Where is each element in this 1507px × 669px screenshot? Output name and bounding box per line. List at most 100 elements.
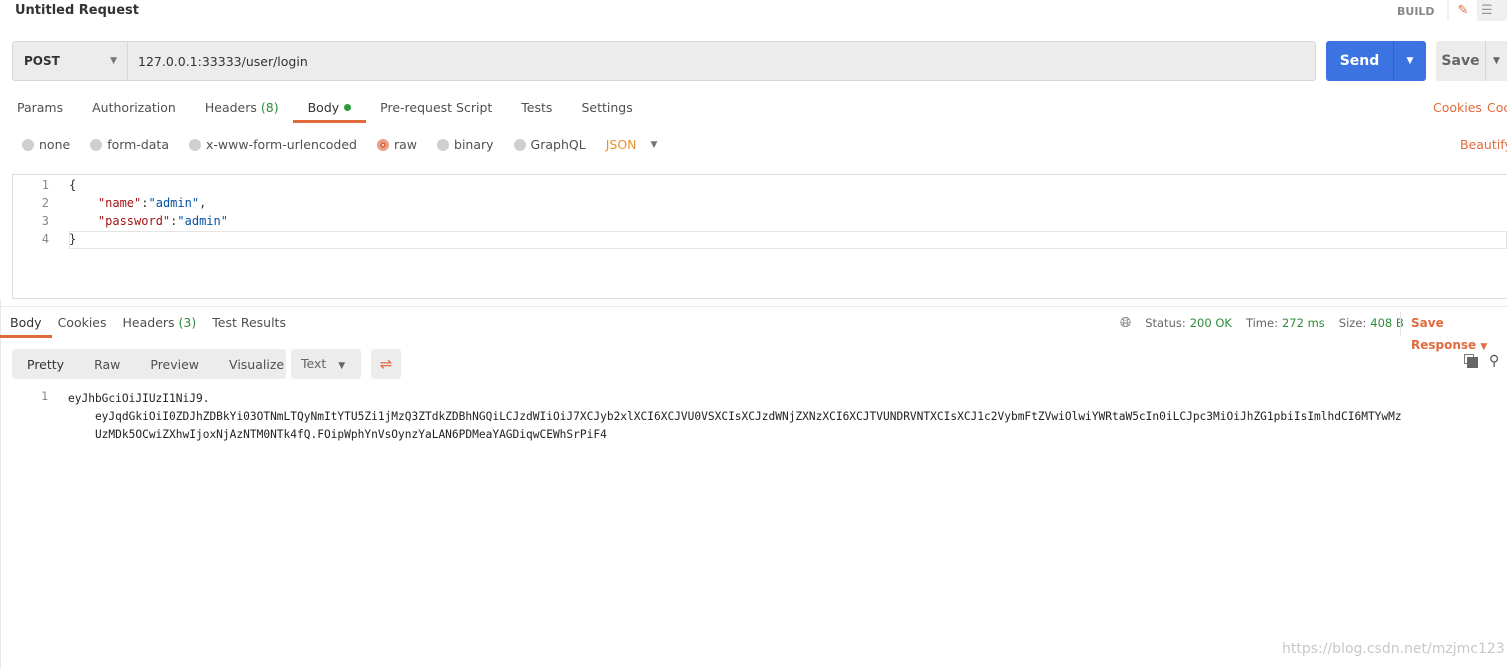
headers-count: (8): [260, 100, 279, 115]
size-label: Size:: [1338, 316, 1367, 330]
tab-headers[interactable]: Headers (8): [205, 100, 279, 123]
view-visualize[interactable]: Visualize: [214, 357, 299, 372]
response-tabs: Body Cookies Headers (3) Test Results: [0, 315, 302, 338]
line-number: 3: [41, 214, 49, 228]
response-tab-headers[interactable]: Headers (3): [123, 315, 197, 338]
comment-icon[interactable]: ☰: [1481, 0, 1493, 21]
time-label: Time:: [1245, 316, 1278, 330]
tab-authorization[interactable]: Authorization: [92, 100, 176, 123]
view-mode-tabs: Pretty Raw Preview Visualize: [12, 349, 286, 379]
divider: [0, 306, 1507, 307]
response-line: UzMDk5OCwiZXhwIjoxNjAzNTM0NTk4fQ.FOipWph…: [68, 428, 607, 441]
radio-button[interactable]: [437, 138, 450, 151]
chevron-down-icon: ▼: [110, 56, 117, 66]
code-link[interactable]: Coc: [1487, 100, 1507, 115]
save-response-label: Save Response: [1411, 316, 1477, 352]
method-label: POST: [24, 54, 60, 68]
radio-label: binary: [454, 137, 494, 152]
divider: [0, 300, 1, 669]
url-input[interactable]: 127.0.0.1:33333/user/login: [128, 54, 308, 69]
pencil-icon[interactable]: ✎: [1449, 0, 1477, 21]
body-editor[interactable]: 1 2 3 4 { "name":"admin", "password":"ad…: [12, 174, 1507, 299]
code-line: }: [69, 232, 77, 246]
json-key: "password": [97, 214, 171, 228]
tab-body[interactable]: Body: [292, 100, 366, 123]
chevron-down-icon: ▼: [338, 361, 346, 371]
code-line: "password":"admin": [97, 214, 228, 228]
current-line-highlight: [69, 231, 1507, 249]
radio-label: none: [39, 137, 71, 152]
response-tab-body[interactable]: Body: [0, 315, 51, 338]
line-number: 1: [41, 390, 48, 403]
request-tabs: Params Authorization Headers (8) Body Pr…: [17, 100, 662, 123]
body-type-radios: none form-data x-www-form-urlencoded raw…: [22, 137, 657, 152]
save-response-button[interactable]: Save Response ▼: [1400, 312, 1507, 352]
format-label: Text: [301, 356, 327, 371]
line-number: 1: [41, 178, 49, 192]
code-line: {: [69, 178, 77, 192]
save-options-chevron-icon[interactable]: ▼: [1486, 41, 1507, 81]
search-icon[interactable]: ⚲: [1489, 353, 1499, 369]
wrap-lines-icon[interactable]: ⇌: [371, 349, 401, 379]
radio-none[interactable]: none: [22, 137, 70, 152]
radio-label: raw: [393, 137, 418, 152]
code-line: "name":"admin",: [97, 196, 207, 210]
format-select[interactable]: JSON: [606, 137, 637, 152]
build-mode-label[interactable]: BUILD: [1397, 5, 1435, 18]
radio-button[interactable]: [90, 138, 103, 151]
send-button[interactable]: Send: [1326, 41, 1394, 81]
view-raw[interactable]: Raw: [79, 357, 135, 372]
mode-toggle: ✎ ☰: [1447, 0, 1507, 21]
radio-binary[interactable]: binary: [437, 137, 494, 152]
tab-params[interactable]: Params: [17, 100, 63, 123]
time-value[interactable]: 272 ms: [1282, 316, 1325, 330]
status-value[interactable]: 200 OK: [1190, 316, 1232, 330]
beautify-link[interactable]: Beautify: [1460, 137, 1507, 152]
line-number: 4: [41, 232, 49, 246]
save-button-group: Save ▼: [1436, 41, 1507, 81]
tab-settings[interactable]: Settings: [581, 100, 632, 123]
copy-icon[interactable]: [1464, 354, 1478, 368]
json-value: "admin": [177, 214, 228, 228]
radio-urlencoded[interactable]: x-www-form-urlencoded: [189, 137, 357, 152]
tab-label: Headers: [122, 315, 175, 330]
view-preview[interactable]: Preview: [135, 357, 214, 372]
send-button-group: Send ▼: [1326, 41, 1426, 81]
cookies-link[interactable]: Cookies: [1433, 100, 1482, 115]
send-options-chevron-icon[interactable]: ▼: [1394, 41, 1426, 81]
status-label: Status:: [1145, 316, 1186, 330]
chevron-down-icon: ▼: [1480, 342, 1488, 352]
radio-button-selected[interactable]: [376, 138, 389, 151]
radio-button[interactable]: [189, 138, 201, 151]
json-key: "name": [97, 196, 142, 210]
tab-pre-request-script[interactable]: Pre-request Script: [380, 100, 492, 123]
radio-label: form-data: [107, 137, 169, 152]
radio-raw[interactable]: raw: [376, 137, 418, 152]
radio-graphql[interactable]: GraphQL: [513, 137, 586, 152]
watermark: https://blog.csdn.net/mzjmc123: [1282, 641, 1505, 657]
response-meta: 🌐︎ Status: 200 OK Time: 272 ms Size: 408 B: [1120, 315, 1418, 331]
radio-label: GraphQL: [530, 137, 586, 152]
response-tab-cookies[interactable]: Cookies: [58, 315, 107, 338]
chevron-down-icon[interactable]: ▼: [651, 140, 658, 150]
line-number: 2: [41, 196, 49, 210]
globe-icon[interactable]: 🌐︎: [1120, 315, 1131, 331]
headers-count: (3): [178, 315, 197, 330]
view-pretty[interactable]: Pretty: [12, 357, 79, 372]
save-button[interactable]: Save: [1436, 41, 1486, 81]
url-bar: POST ▼ 127.0.0.1:33333/user/login: [12, 41, 1316, 81]
response-tab-test-results[interactable]: Test Results: [212, 315, 286, 338]
request-title[interactable]: Untitled Request: [15, 3, 139, 18]
method-select[interactable]: POST ▼: [13, 42, 128, 80]
radio-form-data[interactable]: form-data: [90, 137, 169, 152]
response-line: eyJqdGkiOiI0ZDJhZDBkYi03OTNmLTQyNmItYTU5…: [68, 410, 1402, 423]
body-indicator-dot: [344, 104, 352, 111]
tab-body-label: Body: [307, 100, 340, 115]
radio-button[interactable]: [22, 138, 34, 151]
tab-tests[interactable]: Tests: [521, 100, 552, 123]
size-value[interactable]: 408 B: [1370, 316, 1404, 330]
tab-headers-label: Headers: [204, 100, 257, 115]
response-line: eyJhbGciOiJIUzI1NiJ9.: [68, 392, 210, 405]
radio-button[interactable]: [513, 138, 526, 151]
response-format-select[interactable]: Text ▼: [291, 349, 361, 379]
